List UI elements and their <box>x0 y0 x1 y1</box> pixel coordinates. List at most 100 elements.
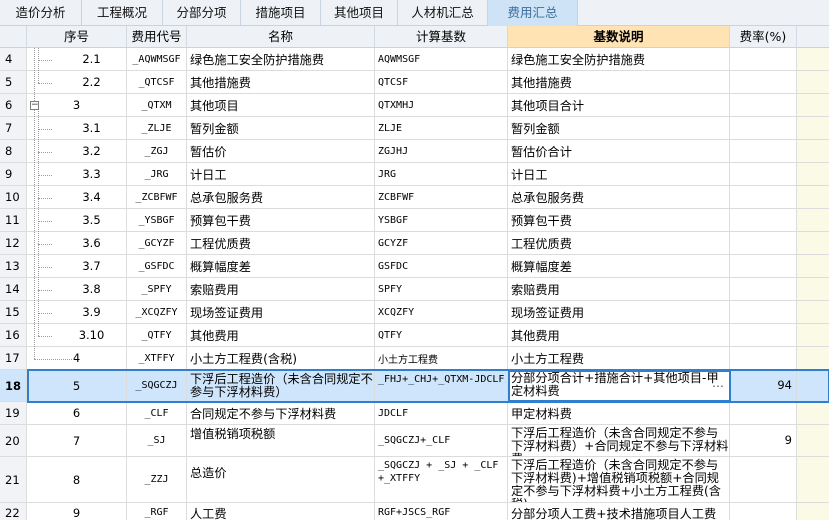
table-row[interactable]: 14 3.8 _SPFY 索赔费用 SPFY 索赔费用 <box>0 278 829 301</box>
cell-desc[interactable]: 下浮后工程造价（未含合同规定不参与下浮材料费)+增值税销项税额+合同规定不参与下… <box>508 457 730 503</box>
cell-base[interactable]: QTCSF <box>375 71 508 94</box>
cell-code[interactable]: _SQGCZJ <box>127 370 187 402</box>
cell-seq[interactable]: 5 <box>27 370 127 402</box>
cell-desc[interactable]: 暂估价合计 <box>508 140 730 163</box>
cell-rate[interactable] <box>730 347 797 370</box>
cell-code[interactable]: _ZLJE <box>127 117 187 140</box>
cell-rate[interactable] <box>730 117 797 140</box>
cell-rate[interactable] <box>730 278 797 301</box>
table-row[interactable]: 15 3.9 _XCQZFY 现场签证费用 XCQZFY 现场签证费用 <box>0 301 829 324</box>
table-row[interactable]: 7 3.1 _ZLJE 暂列金额 ZLJE 暂列金额 <box>0 117 829 140</box>
table-row[interactable]: 11 3.5 _YSBGF 预算包干费 YSBGF 预算包干费 <box>0 209 829 232</box>
cell-name[interactable]: 合同规定不参与下浮材料费 <box>187 402 375 425</box>
cell-base[interactable]: JDCLF <box>375 402 508 425</box>
cell-name[interactable]: 总承包服务费 <box>187 186 375 209</box>
cell-desc[interactable]: 其他费用 <box>508 324 730 347</box>
cell-base[interactable]: XCQZFY <box>375 301 508 324</box>
cell-seq[interactable]: 3 <box>27 94 127 117</box>
cell-code[interactable]: _XTFFY <box>127 347 187 370</box>
cell-name[interactable]: 人工费 <box>187 503 375 520</box>
cell-desc[interactable]: 总承包服务费 <box>508 186 730 209</box>
extra-cell[interactable] <box>797 255 829 278</box>
extra-cell[interactable] <box>797 301 829 324</box>
cell-rate[interactable] <box>730 255 797 278</box>
extra-cell[interactable] <box>797 209 829 232</box>
cell-base[interactable]: AQWMSGF <box>375 48 508 71</box>
extra-cell[interactable] <box>797 140 829 163</box>
extra-cell[interactable] <box>797 48 829 71</box>
extra-cell[interactable] <box>797 71 829 94</box>
cell-name[interactable]: 暂估价 <box>187 140 375 163</box>
cell-seq[interactable]: 8 <box>27 457 127 503</box>
cell-code[interactable]: _SPFY <box>127 278 187 301</box>
cell-code[interactable]: _ZZJ <box>127 457 187 503</box>
extra-cell[interactable] <box>797 94 829 117</box>
extra-cell[interactable] <box>797 503 829 520</box>
tab-7[interactable]: 费用汇总 <box>488 0 578 26</box>
extra-cell[interactable] <box>797 163 829 186</box>
cell-desc[interactable]: 现场签证费用 <box>508 301 730 324</box>
table-row[interactable]: 19 6 _CLF 合同规定不参与下浮材料费 JDCLF 甲定材料费 <box>0 402 829 425</box>
extra-cell[interactable] <box>797 347 829 370</box>
tab-3[interactable]: 分部分项 <box>163 0 241 26</box>
cell-code[interactable]: _SJ <box>127 425 187 457</box>
cell-rate[interactable] <box>730 503 797 520</box>
cell-name[interactable]: 总造价 <box>187 457 375 503</box>
table-row[interactable]: 21 8 _ZZJ 总造价 _SQGCZJ + _SJ + _CLF +_XTFFY 下浮… <box>0 457 829 503</box>
cell-base[interactable]: YSBGF <box>375 209 508 232</box>
tab-2[interactable]: 工程概况 <box>82 0 163 26</box>
cell-name[interactable]: 小土方工程费(含税) <box>187 347 375 370</box>
table-row[interactable]: 18 5 _SQGCZJ 下浮后工程造价（未含合同规定不参与下浮材料费） _FHJ+_C… <box>0 370 829 402</box>
cell-code[interactable]: _QTCSF <box>127 71 187 94</box>
cell-rate[interactable] <box>730 457 797 503</box>
cell-base[interactable]: ZCBFWF <box>375 186 508 209</box>
column-header-base[interactable]: 计算基数 <box>375 26 508 48</box>
cell-name[interactable]: 暂列金额 <box>187 117 375 140</box>
cell-desc[interactable]: 概算幅度差 <box>508 255 730 278</box>
cell-code[interactable]: _ZCBFWF <box>127 186 187 209</box>
cell-code[interactable]: _ZGJ <box>127 140 187 163</box>
extra-cell[interactable] <box>797 186 829 209</box>
column-header-seq[interactable]: 序号 <box>27 26 127 48</box>
cell-rate[interactable] <box>730 71 797 94</box>
cell-base[interactable]: ZLJE <box>375 117 508 140</box>
cell-name[interactable]: 下浮后工程造价（未含合同规定不参与下浮材料费） <box>187 370 375 402</box>
table-row[interactable]: 17 4 _XTFFY 小土方工程费(含税) 小土方工程费 小土方工程费 <box>0 347 829 370</box>
cell-seq[interactable]: 9 <box>27 503 127 520</box>
extra-cell[interactable] <box>797 402 829 425</box>
cell-rate[interactable] <box>730 94 797 117</box>
cell-code[interactable]: _AQWMSGF <box>127 48 187 71</box>
table-row[interactable]: 6 3 _QTXM 其他项目 QTXMHJ 其他项目合计 <box>0 94 829 117</box>
cell-name[interactable]: 其他措施费 <box>187 71 375 94</box>
cell-seq[interactable]: 6 <box>27 402 127 425</box>
table-row[interactable]: 5 2.2 _QTCSF 其他措施费 QTCSF 其他措施费 <box>0 71 829 94</box>
cell-base[interactable]: SPFY <box>375 278 508 301</box>
cell-desc[interactable]: 计日工 <box>508 163 730 186</box>
cell-code[interactable]: _GCYZF <box>127 232 187 255</box>
cell-code[interactable]: _XCQZFY <box>127 301 187 324</box>
cell-desc[interactable]: 甲定材料费 <box>508 402 730 425</box>
cell-base[interactable]: ZGJHJ <box>375 140 508 163</box>
cell-rate[interactable] <box>730 232 797 255</box>
cell-base[interactable]: JRG <box>375 163 508 186</box>
cell-desc[interactable]: 索赔费用 <box>508 278 730 301</box>
cell-base[interactable]: 小土方工程费 <box>375 347 508 370</box>
cell-desc[interactable]: 绿色施工安全防护措施费 <box>508 48 730 71</box>
cell-desc[interactable]: 预算包干费 <box>508 209 730 232</box>
cell-base[interactable]: QTXMHJ <box>375 94 508 117</box>
cell-name[interactable]: 增值税销项税额 <box>187 425 375 457</box>
cell-name[interactable]: 概算幅度差 <box>187 255 375 278</box>
column-header-name[interactable]: 名称 <box>187 26 375 48</box>
table-row[interactable]: 10 3.4 _ZCBFWF 总承包服务费 ZCBFWF 总承包服务费 <box>0 186 829 209</box>
cell-rate[interactable] <box>730 48 797 71</box>
extra-cell[interactable] <box>797 278 829 301</box>
cell-desc[interactable]: 小土方工程费 <box>508 347 730 370</box>
tab-4[interactable]: 措施项目 <box>241 0 321 26</box>
cell-desc[interactable]: 分部分项合计+措施合计+其他项目-甲定材料费… <box>508 370 730 402</box>
cell-name[interactable]: 其他项目 <box>187 94 375 117</box>
cell-base[interactable]: GCYZF <box>375 232 508 255</box>
cell-code[interactable]: _QTXM <box>127 94 187 117</box>
column-header-rate[interactable]: 费率(%) <box>730 26 797 48</box>
cell-rate[interactable] <box>730 186 797 209</box>
cell-base[interactable]: _SQGCZJ+_CLF <box>375 425 508 457</box>
